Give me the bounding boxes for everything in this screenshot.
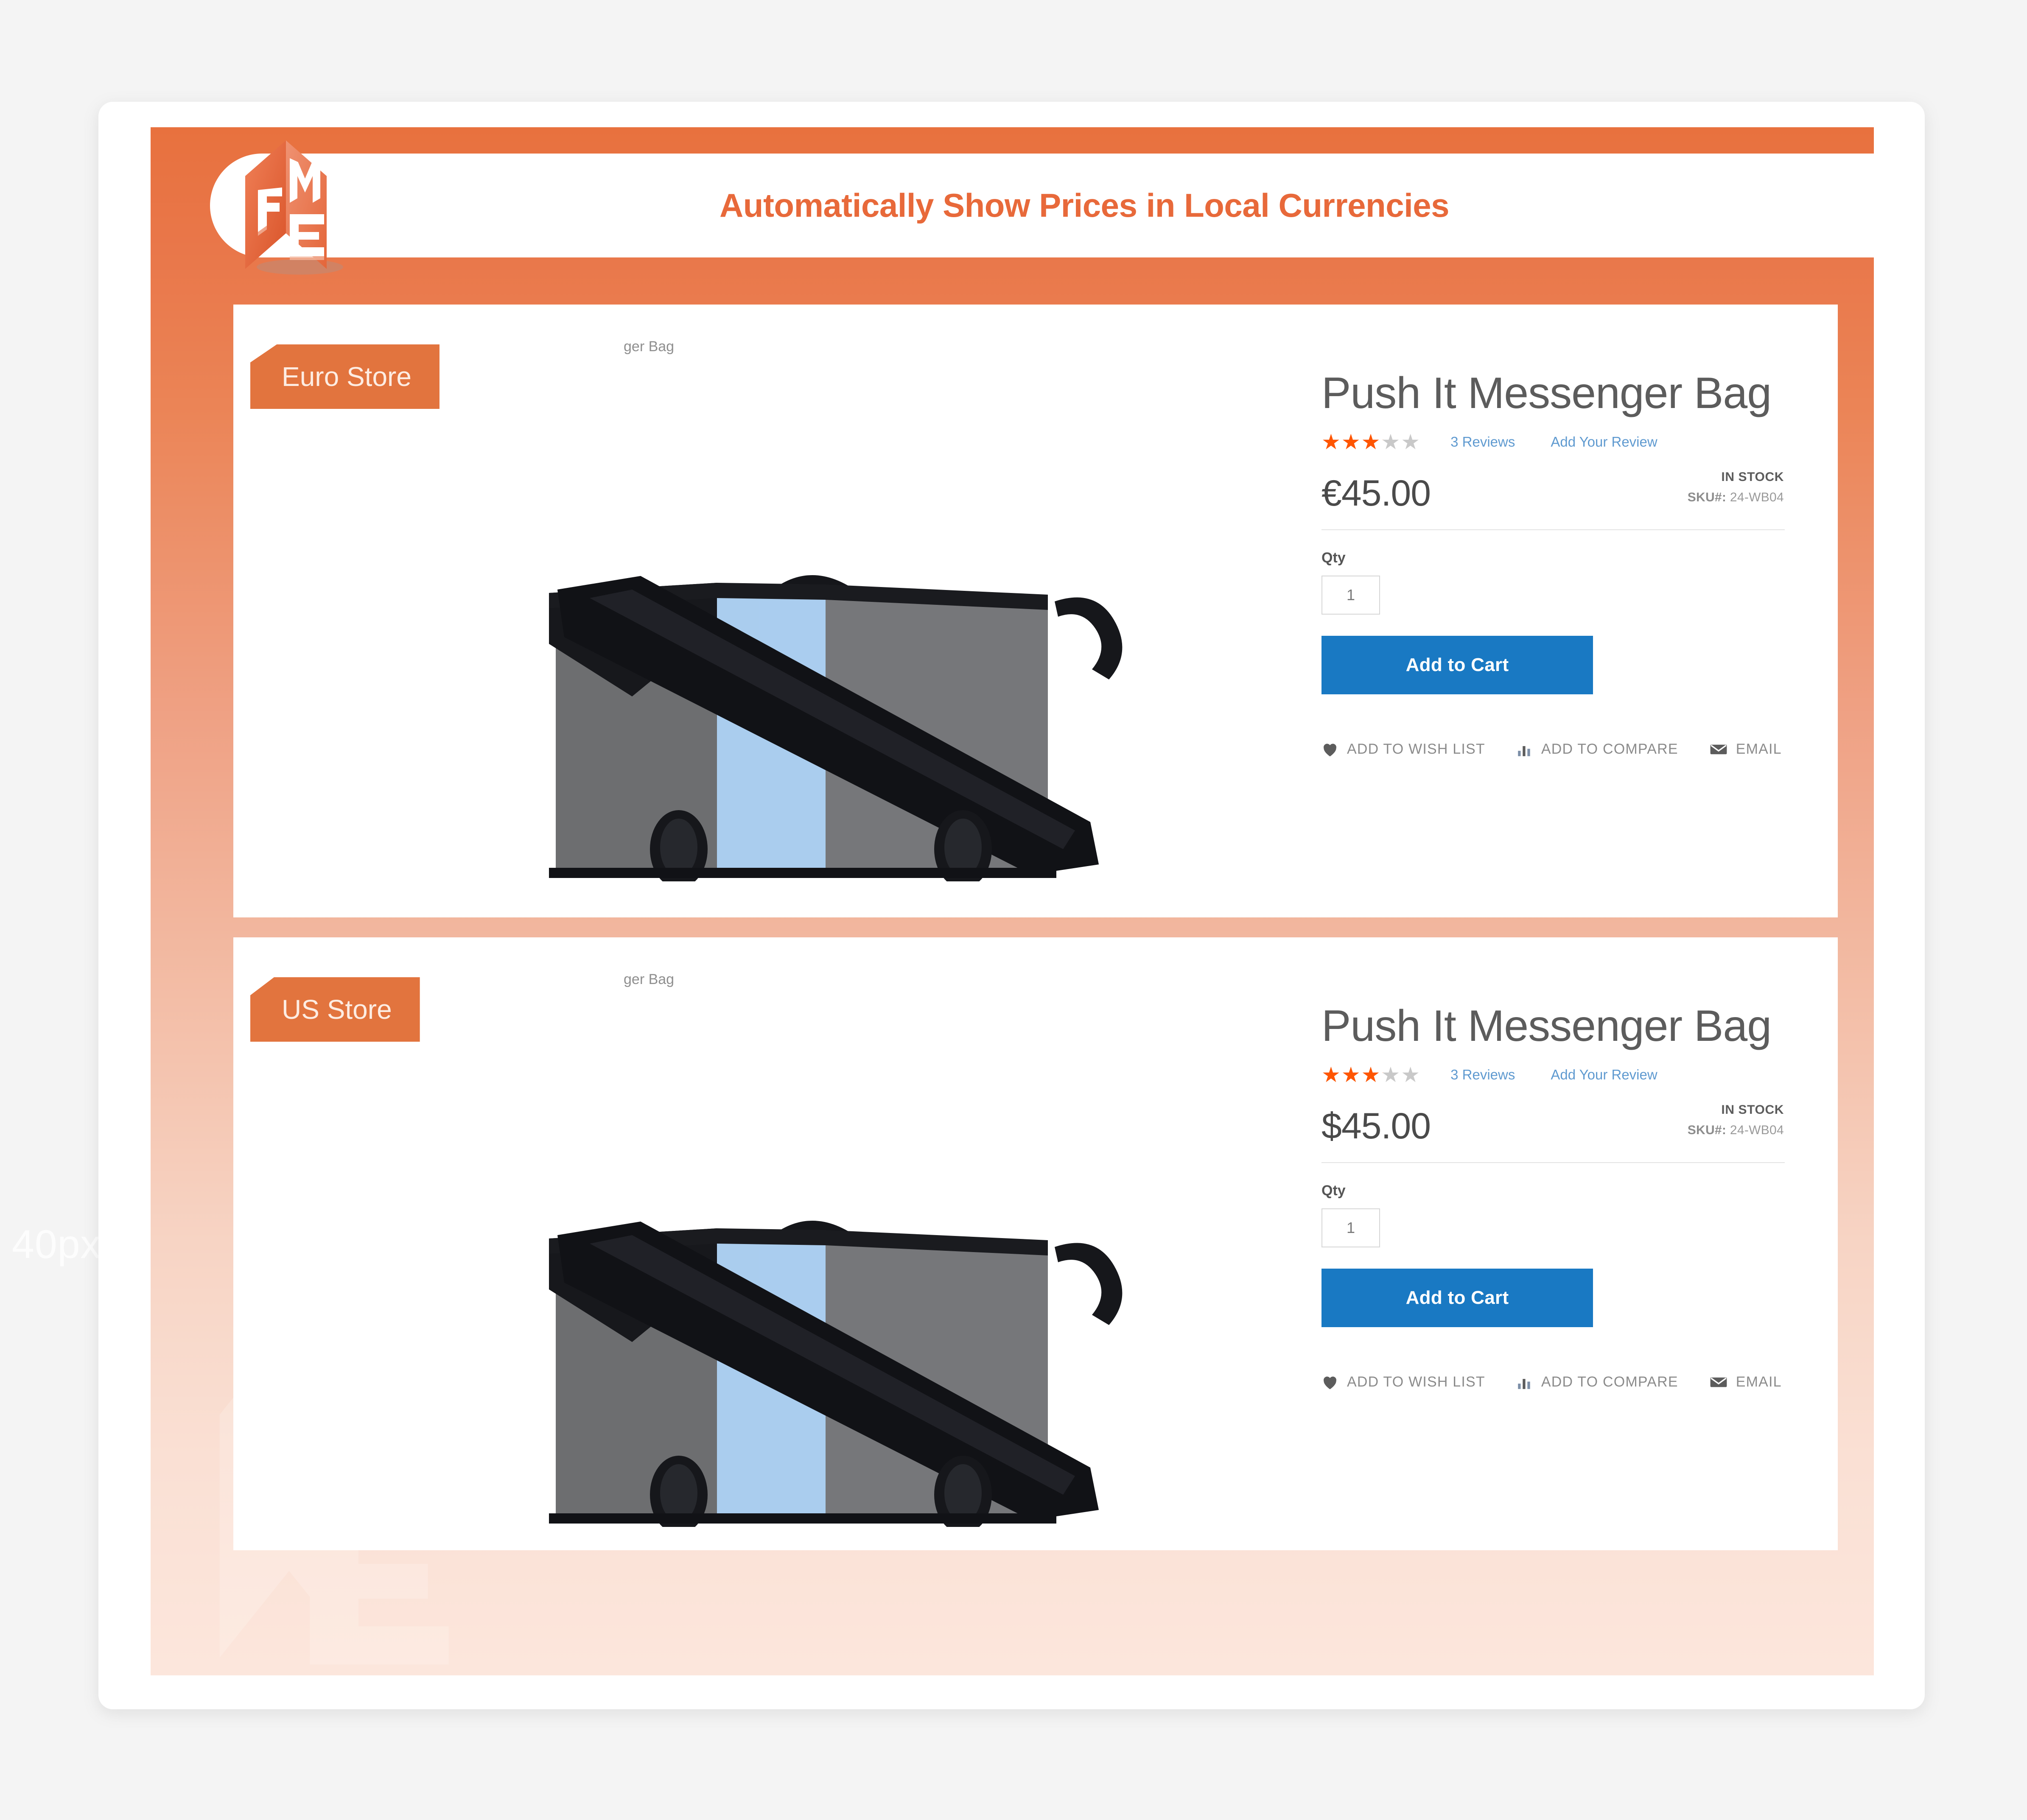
qty-input[interactable]: 1 [1321, 576, 1380, 615]
product-info-us: Push It Messenger Bag ★★★★★ ★★★★★ 3 Revi… [1321, 1001, 1785, 1390]
star-rating: ★★★★★ ★★★★★ [1321, 1064, 1421, 1086]
status-badge: IN STOCK [1721, 1103, 1784, 1117]
store-badge-us: US Store [250, 977, 420, 1042]
bar-chart-icon [1517, 742, 1533, 757]
breadcrumb: ger Bag [624, 338, 675, 355]
email-link[interactable]: EMAIL [1710, 741, 1782, 758]
page-title: Automatically Show Prices in Local Curre… [719, 187, 1450, 224]
screenshot-root: 40px Automatically Show Prices in Local … [0, 0, 2027, 1820]
product-actions: ADD TO WISH LIST ADD TO COMPARE EMAIL [1321, 1374, 1784, 1390]
reviews-link[interactable]: 3 Reviews [1450, 1067, 1515, 1083]
stock-box: IN STOCK SKU#: 24-WB04 [1688, 470, 1784, 505]
star-rating: ★★★★★ ★★★★★ [1321, 431, 1421, 453]
sku-value: 24-WB04 [1730, 490, 1784, 505]
qty-label: Qty [1321, 550, 1346, 566]
add-to-wish-list-label: ADD TO WISH LIST [1347, 1374, 1485, 1390]
add-to-compare-label: ADD TO COMPARE [1541, 1374, 1678, 1390]
product-image-messenger-bag [505, 542, 1201, 881]
product-actions: ADD TO WISH LIST ADD TO COMPARE EMAIL [1321, 741, 1784, 758]
divider [1321, 529, 1785, 531]
heart-icon [1321, 742, 1338, 757]
product-price: €45.00 [1321, 473, 1431, 514]
product-price: $45.00 [1321, 1106, 1431, 1147]
sku-value: 24-WB04 [1730, 1123, 1784, 1138]
stock-box: IN STOCK SKU#: 24-WB04 [1688, 1103, 1784, 1138]
add-review-link[interactable]: Add Your Review [1551, 1067, 1657, 1083]
price-row: €45.00 IN STOCK SKU#: 24-WB04 [1321, 468, 1784, 518]
add-to-wish-list-label: ADD TO WISH LIST [1347, 741, 1485, 758]
product-card-us: ger Bag US Store Push It Messenger Bag ★… [233, 937, 1838, 1550]
envelope-icon [1710, 1375, 1727, 1389]
sku-label: SKU#: [1687, 1123, 1727, 1138]
qty-input[interactable]: 1 [1321, 1208, 1380, 1248]
envelope-icon [1710, 743, 1727, 756]
add-to-compare-link[interactable]: ADD TO COMPARE [1517, 741, 1678, 758]
store-badge-euro: Euro Store [250, 344, 440, 409]
qty-label: Qty [1321, 1183, 1346, 1199]
header-pill: Automatically Show Prices in Local Curre… [210, 154, 1874, 257]
sku-line: SKU#: 24-WB04 [1688, 490, 1784, 505]
add-to-compare-label: ADD TO COMPARE [1541, 741, 1678, 758]
email-label: EMAIL [1736, 741, 1782, 758]
product-title: Push It Messenger Bag [1321, 369, 1772, 418]
star-rating-filled: ★★★★★ [1321, 1064, 1383, 1086]
reviews-link[interactable]: 3 Reviews [1450, 434, 1515, 450]
rating-row: ★★★★★ ★★★★★ 3 Reviews Add Your Review [1321, 431, 1784, 453]
fme-cube-logo-icon [245, 140, 343, 275]
status-badge: IN STOCK [1721, 470, 1784, 484]
email-link[interactable]: EMAIL [1710, 1374, 1782, 1390]
add-to-cart-button[interactable]: Add to Cart [1321, 1269, 1593, 1328]
promo-card: Automatically Show Prices in Local Curre… [98, 102, 1925, 1709]
add-to-wish-list-link[interactable]: ADD TO WISH LIST [1321, 1374, 1485, 1390]
header-bar: Automatically Show Prices in Local Curre… [151, 127, 1874, 280]
rating-row: ★★★★★ ★★★★★ 3 Reviews Add Your Review [1321, 1064, 1784, 1086]
add-to-wish-list-link[interactable]: ADD TO WISH LIST [1321, 741, 1485, 758]
breadcrumb: ger Bag [624, 971, 675, 987]
size-watermark: 40px [12, 1222, 101, 1267]
sku-label: SKU#: [1687, 490, 1727, 505]
product-title: Push It Messenger Bag [1321, 1001, 1772, 1051]
gradient-stage: Automatically Show Prices in Local Curre… [151, 127, 1874, 1675]
add-to-cart-button[interactable]: Add to Cart [1321, 636, 1593, 695]
bar-chart-icon [1517, 1375, 1533, 1390]
divider [1321, 1162, 1785, 1163]
sku-line: SKU#: 24-WB04 [1688, 1123, 1784, 1138]
star-rating-filled: ★★★★★ [1321, 431, 1383, 453]
heart-icon [1321, 1375, 1338, 1390]
price-row: $45.00 IN STOCK SKU#: 24-WB04 [1321, 1101, 1784, 1151]
product-image-messenger-bag [505, 1188, 1201, 1527]
email-label: EMAIL [1736, 1374, 1782, 1390]
add-review-link[interactable]: Add Your Review [1551, 434, 1657, 450]
product-card-euro: ger Bag Euro Store Push It Messenger Bag… [233, 305, 1838, 917]
add-to-compare-link[interactable]: ADD TO COMPARE [1517, 1374, 1678, 1390]
product-info-euro: Push It Messenger Bag ★★★★★ ★★★★★ 3 Revi… [1321, 369, 1785, 758]
